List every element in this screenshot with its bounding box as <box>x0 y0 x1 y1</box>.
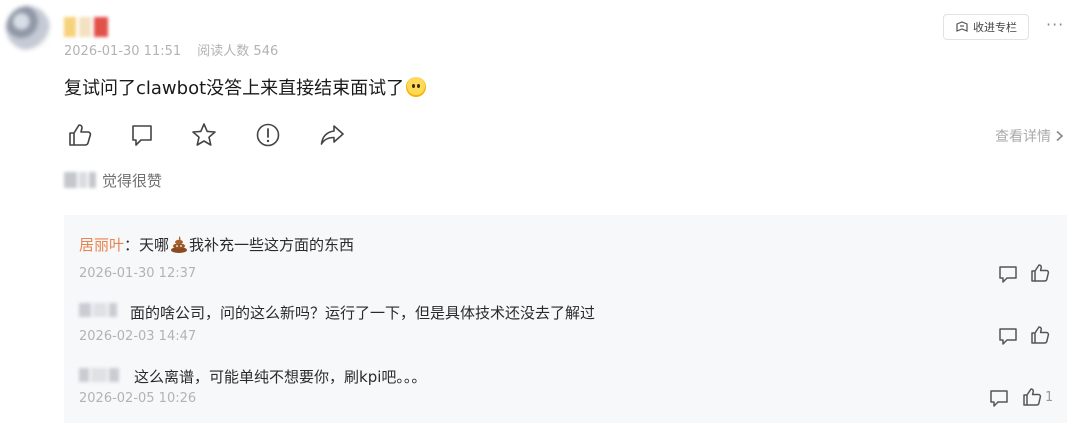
thumbs-up-icon[interactable] <box>66 121 94 149</box>
poop-icon <box>171 236 188 253</box>
comment-item: 居丽叶：天哪 我补充一些这方面的东西 <box>79 234 354 255</box>
comment-author-blurred[interactable] <box>79 303 117 317</box>
bookmark-icon <box>956 21 968 32</box>
post-meta: 2026-01-30 11:51 阅读人数 546 <box>64 40 278 59</box>
add-to-column-label: 收进专栏 <box>973 21 1017 34</box>
comment-time: 2026-02-05 10:26 <box>79 391 197 406</box>
comment-text-continued: 我补充一些这方面的东西 <box>189 236 355 254</box>
author-name-blurred[interactable] <box>64 17 110 37</box>
post-timestamp: 2026-01-30 11:51 <box>64 44 182 59</box>
comment-like-icon[interactable] <box>1029 324 1051 346</box>
author-avatar[interactable] <box>6 6 50 50</box>
comment-text: 天哪 <box>139 236 170 254</box>
comment-time: 2026-02-03 14:47 <box>79 329 197 344</box>
post-text: 复试问了clawbot没答上来直接结束面试了 <box>64 78 405 99</box>
comments-panel: 居丽叶：天哪 我补充一些这方面的东西 2026-01-30 12:37 面的啥公… <box>64 215 1067 423</box>
sweat-smile-emoji-icon <box>406 77 427 97</box>
star-icon[interactable] <box>190 121 218 149</box>
share-icon[interactable] <box>318 121 346 149</box>
liked-by-users-blurred[interactable] <box>64 172 96 188</box>
comment-author-link[interactable]: 居丽叶 <box>79 236 124 254</box>
comment-like-count: 1 <box>1045 390 1054 405</box>
view-details-link[interactable]: 查看详情 <box>995 126 1064 146</box>
comment-time: 2026-01-30 12:37 <box>79 266 197 281</box>
comment-colon: ： <box>124 236 140 254</box>
comment-like-icon[interactable] <box>1021 386 1043 408</box>
comment-reply-icon[interactable] <box>988 387 1010 409</box>
report-icon[interactable] <box>254 121 282 149</box>
comment-text: 面的啥公司，问的这么新吗？运行了一下，但是具体技术还没去了解过 <box>130 304 596 322</box>
comment-icon[interactable] <box>128 121 156 149</box>
chevron-right-icon <box>1056 130 1064 142</box>
comment-reply-icon[interactable] <box>997 263 1019 285</box>
add-to-column-button[interactable]: 收进专栏 <box>943 14 1029 40</box>
more-options-button[interactable]: ··· <box>1046 15 1064 34</box>
comment-text: 这么离谱，可能单纯不想要你，刷kpi吧。。。 <box>134 368 427 386</box>
comment-author-blurred[interactable] <box>79 368 119 382</box>
post-content: 复试问了clawbot没答上来直接结束面试了 <box>64 74 427 100</box>
view-details-label: 查看详情 <box>995 129 1051 145</box>
comment-reply-icon[interactable] <box>997 325 1019 347</box>
liked-text: 觉得很赞 <box>102 172 163 190</box>
comment-like-icon[interactable] <box>1029 262 1051 284</box>
post-read-count: 阅读人数 546 <box>197 44 279 59</box>
